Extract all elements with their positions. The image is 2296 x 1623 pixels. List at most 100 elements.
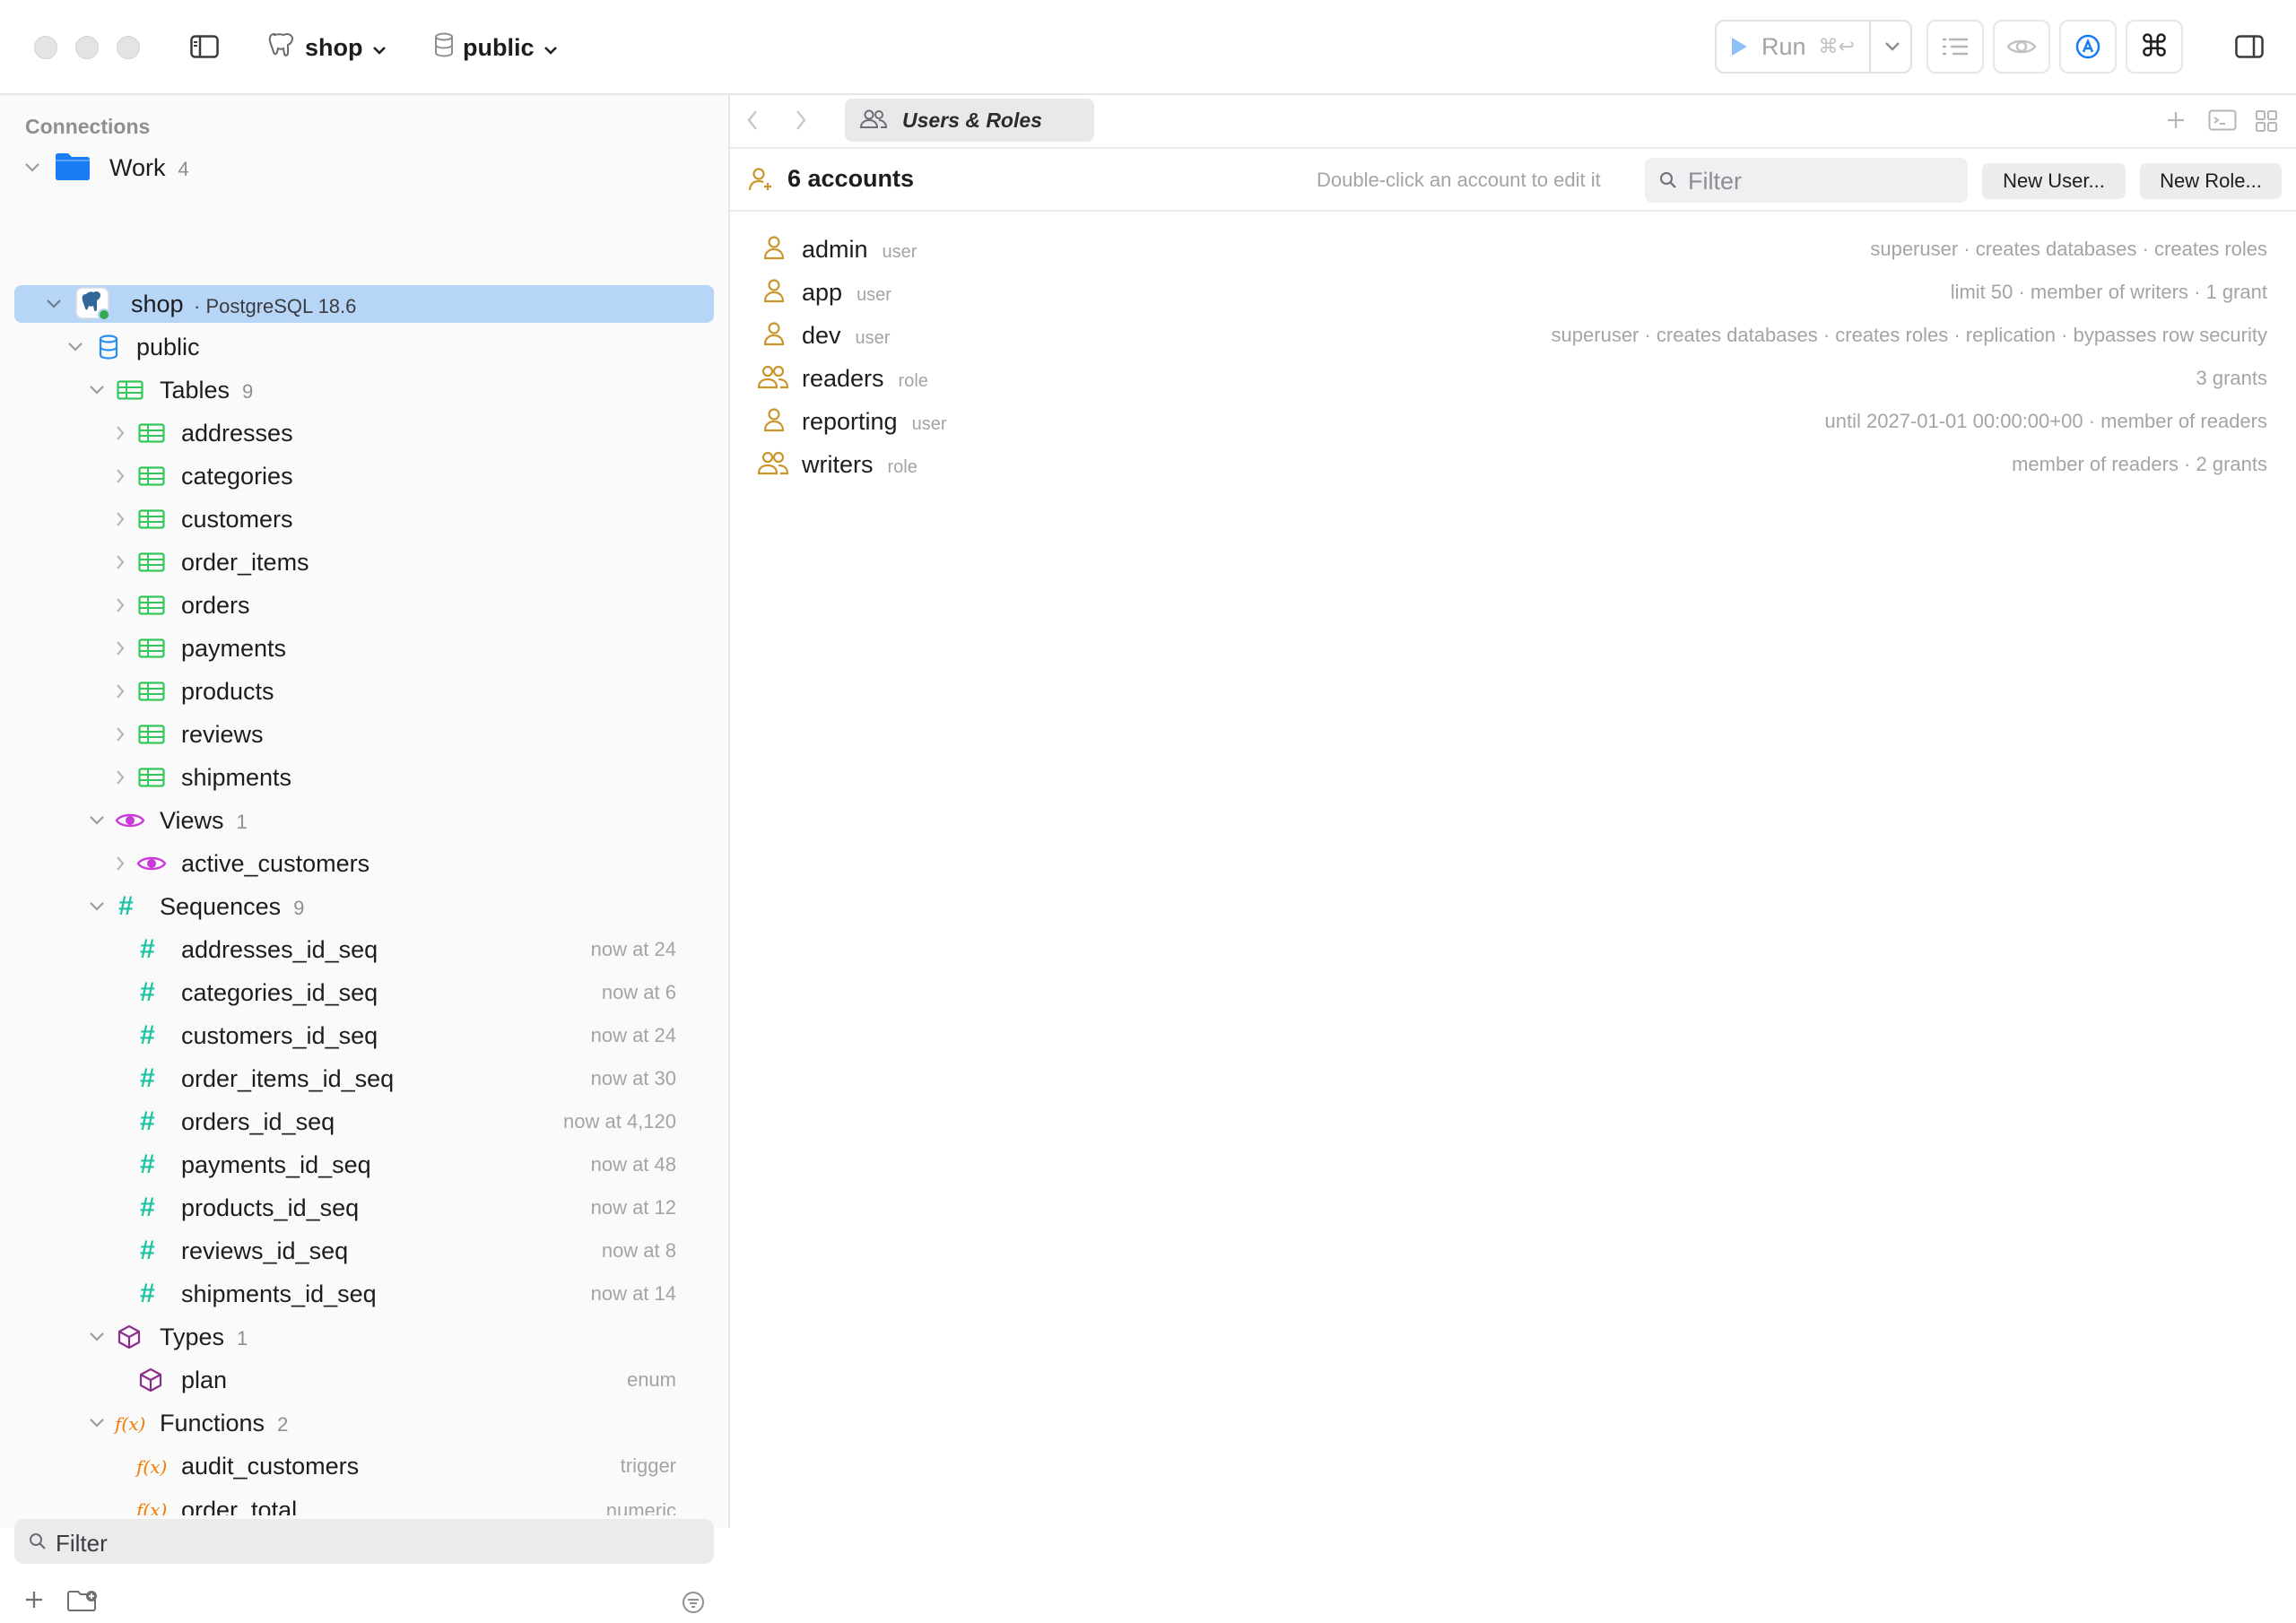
- preview-button[interactable]: [1993, 20, 2050, 74]
- section-views[interactable]: Views 1: [0, 800, 728, 841]
- sequence-item[interactable]: # shipments_id_seq now at 14: [0, 1273, 728, 1315]
- account-row[interactable]: app user limit 50 · member of writers · 1 …: [730, 271, 2296, 312]
- chevron-down-icon[interactable]: [66, 338, 84, 356]
- new-tab-icon[interactable]: [2165, 109, 2187, 131]
- terminal-icon[interactable]: [2208, 109, 2237, 131]
- chevron-down-icon[interactable]: [23, 159, 41, 177]
- chevron-right-icon[interactable]: [111, 596, 129, 614]
- table-item[interactable]: order_items: [0, 542, 728, 583]
- new-role-button[interactable]: New Role...: [2140, 163, 2282, 199]
- autocomplete-button[interactable]: [2059, 20, 2117, 74]
- sequence-item[interactable]: # order_items_id_seq now at 30: [0, 1058, 728, 1099]
- chevron-right-icon[interactable]: [111, 639, 129, 657]
- section-types[interactable]: Types 1: [0, 1316, 728, 1358]
- run-options-chevron-icon[interactable]: [1873, 22, 1912, 72]
- outline-list-button[interactable]: [1926, 20, 1984, 74]
- chevron-right-icon[interactable]: [111, 682, 129, 700]
- schema-public[interactable]: public: [0, 326, 728, 368]
- inspector-toggle-icon[interactable]: [2231, 30, 2267, 63]
- sidebar-filter-placeholder: Filter: [56, 1530, 108, 1557]
- hash-icon: #: [140, 977, 155, 1007]
- database-icon: [99, 334, 118, 360]
- sequence-item[interactable]: # customers_id_seq now at 24: [0, 1015, 728, 1056]
- table-label: customers: [181, 505, 293, 533]
- chevron-down-icon[interactable]: [88, 898, 106, 916]
- table-item[interactable]: addresses: [0, 412, 728, 454]
- sequence-item[interactable]: # addresses_id_seq now at 24: [0, 929, 728, 970]
- sequence-item[interactable]: # payments_id_seq now at 48: [0, 1144, 728, 1185]
- command-palette-button[interactable]: ⌘: [2126, 20, 2183, 74]
- chevron-right-icon[interactable]: [111, 768, 129, 786]
- sidebar-toggle-icon[interactable]: [187, 30, 222, 63]
- toolbar: shop public Run ⌘↩ ⌘: [0, 0, 2296, 95]
- users-icon: [859, 109, 888, 129]
- sequence-label: orders_id_seq: [181, 1107, 335, 1135]
- table-item[interactable]: customers: [0, 499, 728, 540]
- add-icon[interactable]: [23, 1589, 45, 1610]
- account-row[interactable]: admin user superuser · creates databases ·…: [730, 228, 2296, 269]
- section-functions[interactable]: f(x) Functions 2: [0, 1402, 728, 1444]
- play-icon: [1729, 36, 1749, 57]
- function-item[interactable]: f(x) audit_customers trigger: [0, 1445, 728, 1487]
- hash-icon: #: [140, 934, 155, 964]
- account-row[interactable]: readers role 3 grants: [730, 357, 2296, 398]
- close-window-button[interactable]: [34, 36, 57, 59]
- chevron-down-icon[interactable]: [88, 381, 106, 399]
- account-description: 3 grants: [2196, 367, 2268, 389]
- view-item[interactable]: active_customers: [0, 843, 728, 884]
- sequence-item[interactable]: # categories_id_seq now at 6: [0, 972, 728, 1013]
- chevron-down-icon: [544, 34, 558, 62]
- back-chevron-icon[interactable]: [746, 109, 759, 131]
- sequence-item[interactable]: # products_id_seq now at 12: [0, 1187, 728, 1228]
- table-item[interactable]: products: [0, 671, 728, 712]
- connection-dropdown[interactable]: shop: [267, 27, 387, 68]
- table-item[interactable]: payments: [0, 628, 728, 669]
- chevron-right-icon[interactable]: [111, 467, 129, 485]
- chevron-right-icon[interactable]: [111, 424, 129, 442]
- sequence-item[interactable]: # reviews_id_seq now at 8: [0, 1230, 728, 1271]
- forward-chevron-icon[interactable]: [795, 109, 807, 131]
- chevron-right-icon[interactable]: [111, 855, 129, 872]
- sequence-item[interactable]: # orders_id_seq now at 4,120: [0, 1101, 728, 1142]
- sidebar-filter-input[interactable]: Filter: [14, 1519, 714, 1564]
- zoom-window-button[interactable]: [117, 36, 140, 59]
- group-work[interactable]: Work 4: [0, 147, 728, 188]
- new-folder-icon[interactable]: [66, 1589, 99, 1612]
- chevron-down-icon[interactable]: [88, 1328, 106, 1346]
- filter-options-icon[interactable]: [682, 1591, 705, 1614]
- table-item[interactable]: orders: [0, 585, 728, 626]
- eye-icon: [136, 854, 167, 873]
- chevron-right-icon[interactable]: [111, 725, 129, 743]
- chevron-down-icon[interactable]: [45, 295, 63, 313]
- tab-users-roles[interactable]: Users & Roles: [845, 99, 1094, 142]
- section-sequences[interactable]: # Sequences 9: [0, 886, 728, 927]
- chevron-down-icon[interactable]: [88, 1414, 106, 1432]
- table-icon: [138, 681, 165, 701]
- account-name: app user: [802, 279, 891, 306]
- account-row[interactable]: reporting user until 2027-01-01 00:00:00+0…: [730, 400, 2296, 441]
- chevron-right-icon[interactable]: [111, 510, 129, 528]
- account-row[interactable]: writers role member of readers · 2 grants: [730, 443, 2296, 484]
- table-item[interactable]: reviews: [0, 714, 728, 755]
- account-row[interactable]: dev user superuser · creates databases · c…: [730, 314, 2296, 355]
- cube-icon: [117, 1324, 142, 1350]
- chevron-right-icon[interactable]: [111, 553, 129, 571]
- table-icon: [138, 595, 165, 615]
- connection-shop[interactable]: shop · PostgreSQL 18.6: [0, 283, 728, 325]
- search-icon: [1659, 171, 1677, 189]
- new-user-button[interactable]: New User...: [1982, 163, 2126, 199]
- database-icon: [434, 32, 454, 64]
- accounts-count: 6 accounts: [787, 165, 915, 192]
- minimize-window-button[interactable]: [75, 36, 99, 59]
- type-item[interactable]: plan enum: [0, 1359, 728, 1401]
- schema-dropdown[interactable]: public: [434, 27, 558, 68]
- function-item[interactable]: f(x) order_total numeric: [0, 1488, 728, 1515]
- section-tables[interactable]: Tables 9: [0, 369, 728, 411]
- table-item[interactable]: shipments: [0, 757, 728, 798]
- schema-label: public: [136, 333, 200, 360]
- table-item[interactable]: categories: [0, 456, 728, 497]
- grid-layout-icon[interactable]: [2255, 109, 2278, 133]
- command-icon: ⌘: [2139, 30, 2170, 64]
- chevron-down-icon[interactable]: [88, 812, 106, 829]
- accounts-filter-input[interactable]: Filter: [1645, 158, 1968, 203]
